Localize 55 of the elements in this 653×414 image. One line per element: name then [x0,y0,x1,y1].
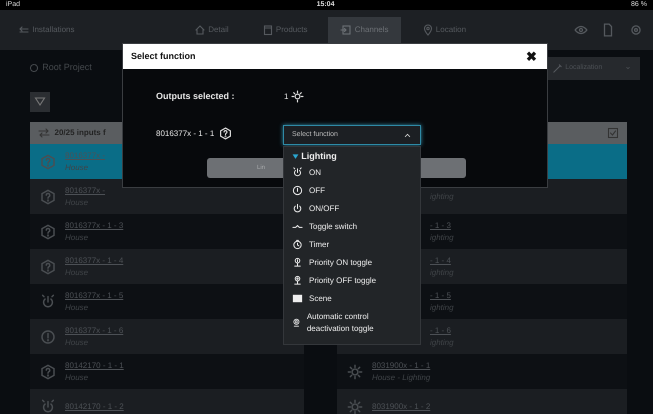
lamp-icon [347,398,363,414]
channel-code: 8016377x - 1 - 3 [65,220,124,232]
document-icon [601,23,615,37]
nav-tab[interactable]: Channels [328,17,401,43]
priority-icon [292,257,303,268]
outputs-count: 1 [284,90,288,103]
power-icon [292,203,303,214]
question-hexagon-icon [40,258,56,274]
filter-button[interactable] [30,92,50,112]
question-hexagon-icon [40,364,56,380]
nav-tab[interactable]: Detail [182,17,241,43]
dialog-title: Select function [131,50,196,63]
expanded-triangle-icon [292,153,299,160]
settings-icon [628,23,642,37]
question-hexagon-icon [40,154,56,170]
channels-icon [340,24,352,36]
back-button[interactable]: Installations [6,17,86,43]
question-hexagon-icon [40,224,56,240]
channel-code: 8016377x - 1 - 5 [65,290,124,302]
power-icon [40,398,56,414]
category-header[interactable]: Lighting [284,150,420,164]
auto-control-icon [292,317,301,328]
input-name: 8016377x - 1 - 1 [156,128,214,140]
box-icon [262,24,274,36]
eye-icon [574,23,588,37]
channel-location: House [65,162,90,174]
outputs-label: Outputs selected : [156,90,236,103]
nav-tab[interactable]: Products [250,17,320,43]
priority-icon [292,275,303,286]
power-icon [292,167,303,178]
scene-icon [292,293,303,304]
project-name: Root Project [42,61,92,74]
house-icon [194,24,206,36]
lamp-icon [347,364,363,380]
channel-code: 8031900x - 1 - 1 [372,360,430,372]
close-button[interactable]: ✖ [524,46,539,66]
channel-code: - 1 - 5 [430,290,452,302]
inputs-count: 20/25 inputs f [54,127,106,139]
checkbox-icon [607,127,619,139]
power-icon [40,294,56,310]
filter-icon [34,96,46,108]
nav-tab[interactable]: Location [410,17,478,43]
question-hexagon-icon [218,127,232,140]
lamp-icon [290,90,304,104]
caret-icon [624,64,632,72]
channel-code: 80142170 - 1 - 1 [65,360,124,372]
info-circle-icon [40,328,56,344]
arrows-icon [38,127,50,139]
pin-icon [422,24,434,36]
timer-icon [292,239,303,250]
channel-code: 8016377x - [65,150,106,162]
dropdown-option[interactable]: ON [284,164,420,182]
channel-code: - 1 - 3 [430,220,452,232]
question-hexagon-icon [40,188,56,204]
off-circle-icon [292,185,303,196]
